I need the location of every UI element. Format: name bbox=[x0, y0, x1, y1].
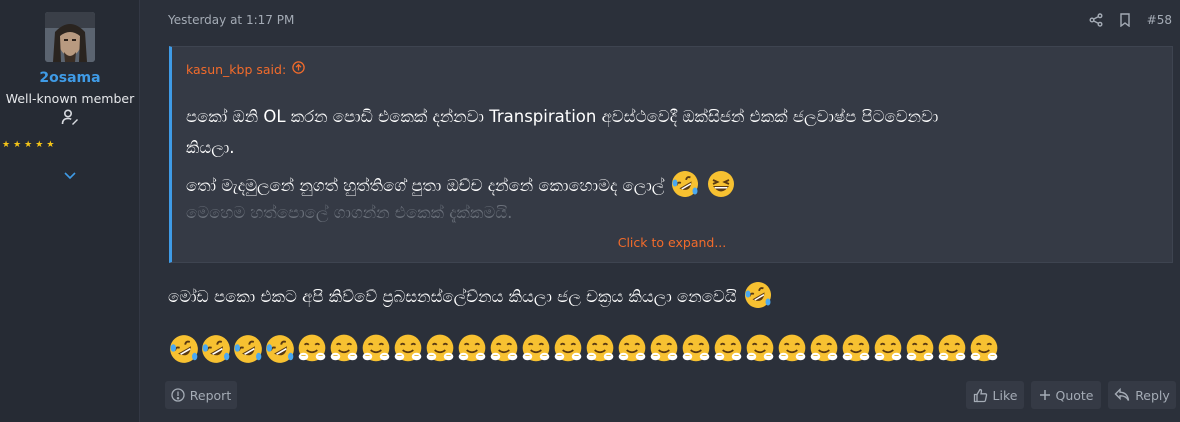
quote-attribution[interactable]: kasun_kbp said: bbox=[186, 61, 305, 77]
hugging-emoji-icon bbox=[968, 333, 1000, 365]
hugging-emoji-icon bbox=[584, 333, 616, 365]
post-body-line: මෝඩ පකො එකට අපි කිව්වේ ප්‍රබසනස්ලේච්නය ක… bbox=[168, 280, 773, 314]
chevron-down-icon[interactable] bbox=[62, 168, 78, 184]
post-body-text: මෝඩ පකො එකට අපි කිව්වේ ප්‍රබසනස්ලේච්නය ක… bbox=[168, 287, 737, 306]
reply-arrow-icon bbox=[1114, 388, 1130, 402]
rofl-emoji-icon bbox=[200, 333, 232, 365]
quote-block: kasun_kbp said: පකෝ ඔනි OL කරන පොඩි එකෙක… bbox=[169, 46, 1173, 263]
plus-icon bbox=[1039, 389, 1051, 401]
hugging-emoji-icon bbox=[520, 333, 552, 365]
quote-text-line: පකෝ ඔනි OL කරන පොඩි එකෙක් දන්නවා Transpi… bbox=[186, 107, 939, 126]
hugging-emoji-icon bbox=[680, 333, 712, 365]
rofl-emoji-icon bbox=[670, 169, 700, 203]
quote-author[interactable]: kasun_kbp said: bbox=[186, 62, 286, 77]
user-rating-stars: ★ ★ ★ ★ ★ bbox=[2, 140, 54, 150]
quote-label: Quote bbox=[1055, 387, 1094, 403]
hugging-emoji-icon bbox=[552, 333, 584, 365]
arrow-up-circle-icon[interactable] bbox=[292, 61, 305, 77]
hugging-emoji-icon bbox=[360, 333, 392, 365]
star-icon: ★ bbox=[2, 140, 11, 150]
star-icon: ★ bbox=[13, 140, 22, 150]
avatar[interactable] bbox=[45, 12, 95, 62]
quote-text-line: තෝ මැදමුලනේ නුගත් හුත්තිගේ පුතා ඔච්ච දන්… bbox=[186, 169, 736, 203]
user-cell: 2osama Well-known member ★ ★ ★ ★ ★ bbox=[0, 0, 140, 422]
report-label: Report bbox=[189, 387, 232, 403]
post-number[interactable]: #58 bbox=[1147, 13, 1172, 27]
star-icon: ★ bbox=[35, 140, 44, 150]
hugging-emoji-icon bbox=[712, 333, 744, 365]
post-header-actions: #58 bbox=[1089, 13, 1172, 27]
share-icon[interactable] bbox=[1089, 13, 1103, 27]
hugging-emoji-icon bbox=[296, 333, 328, 365]
hugging-emoji-icon bbox=[808, 333, 840, 365]
hugging-emoji-icon bbox=[776, 333, 808, 365]
hugging-emoji-icon bbox=[936, 333, 968, 365]
like-label: Like bbox=[992, 387, 1018, 403]
hugging-emoji-icon bbox=[840, 333, 872, 365]
click-to-expand-link[interactable]: Click to expand... bbox=[172, 235, 1172, 250]
rofl-emoji-icon bbox=[743, 280, 773, 314]
quote-text: තෝ මැදමුලනේ නුගත් හුත්තිගේ පුතා ඔච්ච දන්… bbox=[186, 176, 665, 195]
emoji-row bbox=[168, 333, 1000, 365]
star-icon: ★ bbox=[24, 140, 33, 150]
bookmark-icon[interactable] bbox=[1119, 13, 1131, 27]
quote-text-line: කියලා. bbox=[186, 138, 235, 157]
quote-button[interactable]: Quote bbox=[1031, 381, 1101, 409]
reply-button[interactable]: Reply bbox=[1108, 381, 1176, 409]
username[interactable]: 2osama bbox=[0, 70, 140, 86]
hugging-emoji-icon bbox=[648, 333, 680, 365]
like-button[interactable]: Like bbox=[966, 381, 1024, 409]
hugging-emoji-icon bbox=[328, 333, 360, 365]
rofl-emoji-icon bbox=[168, 333, 200, 365]
user-edit-icon bbox=[61, 108, 79, 126]
quote-text-line-faded: මෙහෙම හත්පොලේ ගාගන්න එකෙක් දැක්කමයි. bbox=[186, 203, 513, 222]
hugging-emoji-icon bbox=[904, 333, 936, 365]
hugging-emoji-icon bbox=[488, 333, 520, 365]
post-date[interactable]: Yesterday at 1:17 PM bbox=[168, 13, 294, 27]
thumbs-up-icon bbox=[973, 388, 988, 403]
star-icon: ★ bbox=[46, 140, 55, 150]
rofl-emoji-icon bbox=[264, 333, 296, 365]
hugging-emoji-icon bbox=[744, 333, 776, 365]
hugging-emoji-icon bbox=[392, 333, 424, 365]
user-title: Well-known member bbox=[5, 91, 135, 106]
hugging-emoji-icon bbox=[616, 333, 648, 365]
reply-label: Reply bbox=[1135, 387, 1170, 403]
hugging-emoji-icon bbox=[872, 333, 904, 365]
report-button[interactable]: Report bbox=[165, 381, 237, 409]
alert-circle-icon bbox=[171, 388, 185, 402]
hugging-emoji-icon bbox=[424, 333, 456, 365]
rofl-emoji-icon bbox=[232, 333, 264, 365]
laughing-emoji-icon bbox=[706, 169, 736, 203]
hugging-emoji-icon bbox=[456, 333, 488, 365]
